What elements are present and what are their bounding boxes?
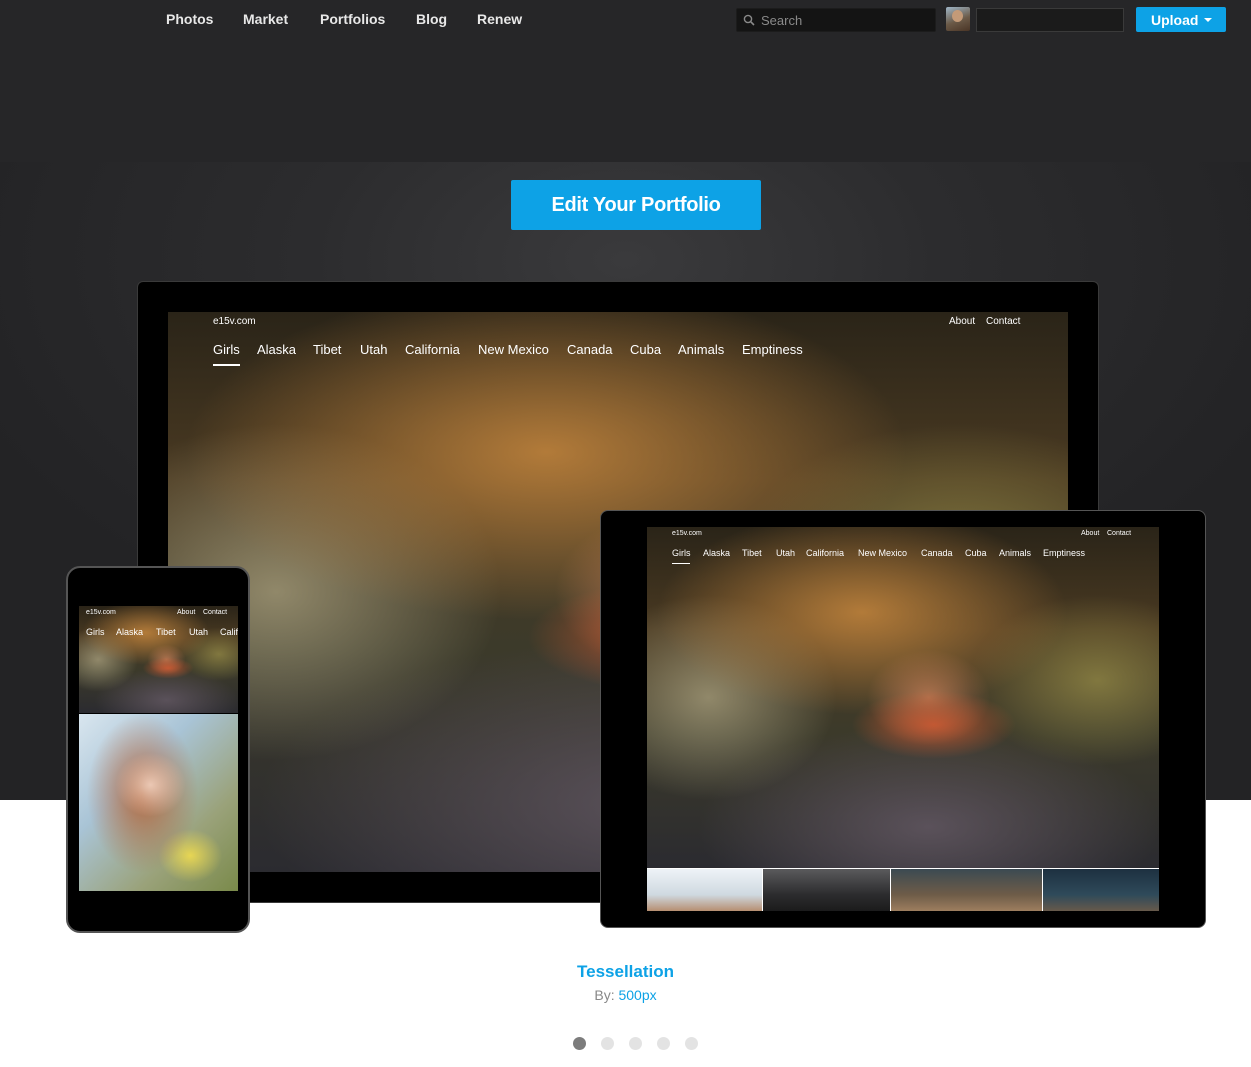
phone-category-girls: Girls <box>86 627 105 637</box>
tablet-about-link: About <box>1081 530 1100 537</box>
preview-category-animals: Animals <box>678 342 725 357</box>
preview-contact-link: Contact <box>986 316 1021 327</box>
preview-category-tibet: Tibet <box>313 342 342 357</box>
tablet-category-alaska: Alaska <box>703 548 731 558</box>
theme-name-link[interactable]: Tessellation <box>0 962 1251 982</box>
theme-author-link[interactable]: 500px <box>618 987 656 1003</box>
carousel-dot-5[interactable] <box>685 1037 698 1050</box>
preview-active-underline <box>213 364 240 366</box>
carousel-dot-1[interactable] <box>573 1037 586 1050</box>
user-avatar[interactable] <box>946 7 970 31</box>
tablet-category-girls: Girls <box>672 548 691 558</box>
tablet-contact-link: Contact <box>1107 530 1132 537</box>
tablet-category-canada: Canada <box>921 548 953 558</box>
thumbnail-image <box>647 869 763 911</box>
upload-button[interactable]: Upload <box>1136 7 1226 32</box>
preview-about-link: About <box>949 316 976 327</box>
preview-category-emptiness: Emptiness <box>742 342 803 357</box>
thumbnail-image <box>763 869 891 911</box>
phone-site-domain: e15v.com <box>86 609 116 616</box>
tablet-category-tibet: Tibet <box>742 548 762 558</box>
nav-link-photos[interactable]: Photos <box>166 11 213 27</box>
tablet-category-utah: Utah <box>776 548 796 558</box>
user-menu-field[interactable] <box>976 8 1124 32</box>
upload-button-label: Upload <box>1151 11 1199 28</box>
phone-preview-photo <box>79 714 238 891</box>
tablet-thumbnail-strip <box>647 868 1159 911</box>
tablet-category-california: California <box>806 548 845 558</box>
preview-site-domain: e15v.com <box>213 316 256 327</box>
thumbnail-image <box>1043 869 1159 911</box>
preview-category-canada: Canada <box>567 342 613 357</box>
tablet-category-new-mexico: New Mexico <box>858 548 908 558</box>
tablet-preview-screen: e15v.com About Contact Girls Alaska Tibe… <box>647 527 1159 868</box>
top-navigation: Photos Market Portfolios Blog Renew Uplo… <box>0 0 1251 40</box>
hero-top-band <box>0 40 1251 162</box>
nav-link-portfolios[interactable]: Portfolios <box>320 11 385 27</box>
carousel-dot-4[interactable] <box>657 1037 670 1050</box>
preview-category-alaska: Alaska <box>257 342 297 357</box>
phone-contact-link: Contact <box>203 609 228 616</box>
search-icon <box>743 14 755 26</box>
search-box <box>736 8 936 32</box>
nav-link-renew[interactable]: Renew <box>477 11 522 27</box>
preview-category-girls: Girls <box>213 342 240 357</box>
phone-category-utah: Utah <box>189 627 209 637</box>
phone-category-alaska: Alaska <box>116 627 144 637</box>
phone-category-california: Calif <box>220 627 238 637</box>
nav-link-market[interactable]: Market <box>243 11 288 27</box>
carousel-dot-2[interactable] <box>601 1037 614 1050</box>
tablet-category-emptiness: Emptiness <box>1043 548 1086 558</box>
tablet-category-cuba: Cuba <box>965 548 987 558</box>
tablet-active-underline <box>672 563 690 564</box>
theme-author-line: By: 500px <box>0 987 1251 1003</box>
tablet-category-animals: Animals <box>999 548 1032 558</box>
phone-category-tibet: Tibet <box>156 627 176 637</box>
thumbnail-image <box>891 869 1043 911</box>
preview-category-utah: Utah <box>360 342 388 357</box>
search-input[interactable] <box>761 11 931 29</box>
nav-link-blog[interactable]: Blog <box>416 11 447 27</box>
phone-about-link: About <box>177 609 196 616</box>
carousel-dot-3[interactable] <box>629 1037 642 1050</box>
tablet-site-domain: e15v.com <box>672 530 702 537</box>
edit-portfolio-button[interactable]: Edit Your Portfolio <box>511 180 761 230</box>
phone-preview-header: e15v.com About Contact Girls Alaska Tibe… <box>79 606 238 713</box>
theme-by-label: By: <box>594 987 615 1003</box>
preview-category-california: California <box>405 342 460 357</box>
preview-category-new-mexico: New Mexico <box>478 342 549 357</box>
preview-category-cuba: Cuba <box>630 342 662 357</box>
chevron-down-icon <box>1204 18 1212 22</box>
